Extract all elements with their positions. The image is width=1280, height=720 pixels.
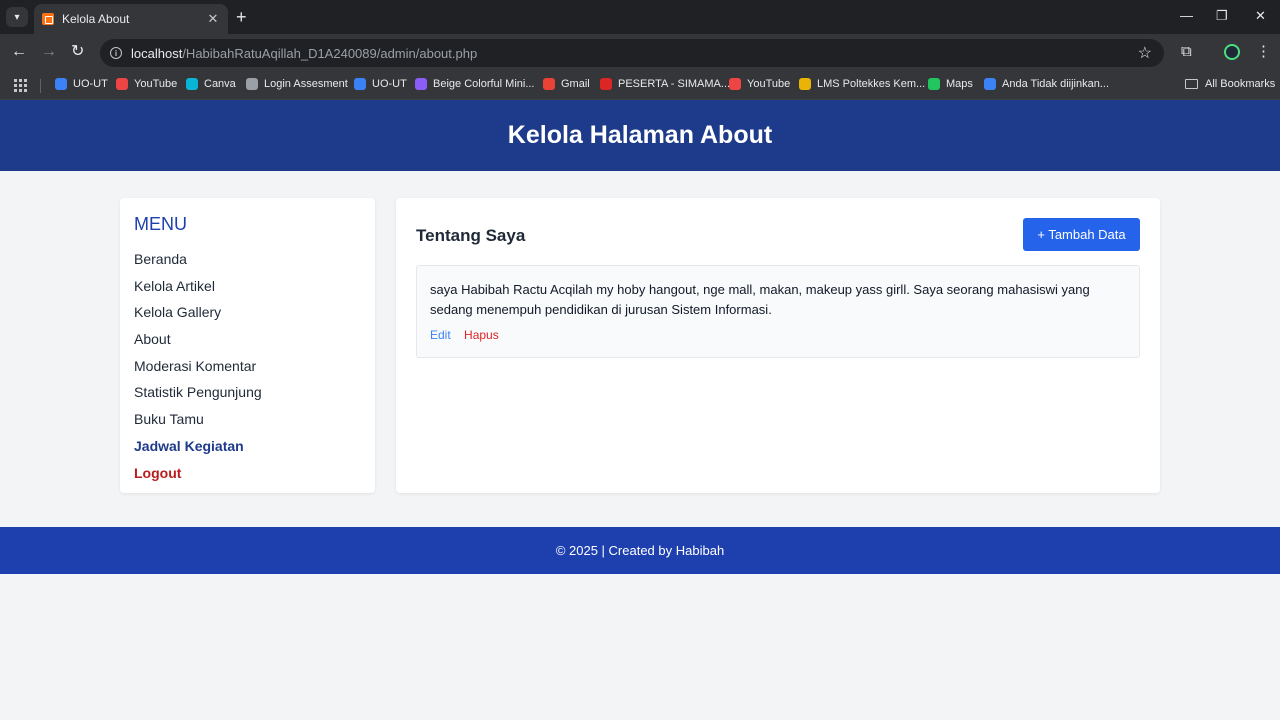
bookmark-item[interactable]: Canva	[186, 78, 236, 90]
menu-title: MENU	[134, 214, 187, 234]
sidebar-item-jadwal-kegiatan[interactable]: Jadwal Kegiatan	[134, 436, 361, 463]
url-text: localhost/HabibahRatuAqillah_D1A240089/a…	[131, 45, 478, 61]
sidebar-item-beranda[interactable]: Beranda	[134, 249, 361, 276]
bookmark-item[interactable]: Anda Tidak diijinkan...	[984, 78, 1109, 90]
browser-tabstrip: ▾ Kelola About ✕ + — ❐ ✕	[0, 0, 1280, 34]
youtube-icon	[116, 78, 128, 90]
menu-kebab-icon[interactable]: ⋮	[1256, 44, 1271, 60]
bookmark-item[interactable]: YouTube	[116, 78, 177, 90]
canva-icon	[415, 78, 427, 90]
sidebar: MENU Beranda Kelola Artikel Kelola Galle…	[120, 198, 375, 493]
restore-icon[interactable]: ❐	[1216, 9, 1228, 23]
about-actions: Edit Hapus	[430, 328, 1126, 342]
all-bookmarks-button[interactable]: All Bookmarks	[1185, 78, 1275, 90]
sidebar-item-statistik-pengunjung[interactable]: Statistik Pengunjung	[134, 382, 361, 409]
apps-grid-icon[interactable]	[14, 79, 27, 92]
bookmark-label: YouTube	[747, 78, 791, 90]
about-text: saya Habibah Ractu Acqilah my hoby hango…	[430, 282, 1090, 317]
sidebar-item-moderasi-komentar[interactable]: Moderasi Komentar	[134, 356, 361, 383]
sidebar-item-buku-tamu[interactable]: Buku Tamu	[134, 409, 361, 436]
browser-toolbar: ← → ↻ i localhost/HabibahRatuAqillah_D1A…	[0, 34, 1280, 72]
back-icon[interactable]: ←	[11, 44, 27, 60]
youtube-icon	[729, 78, 741, 90]
bookmark-label: YouTube	[134, 78, 178, 90]
address-bar[interactable]: i localhost/HabibahRatuAqillah_D1A240089…	[100, 39, 1164, 67]
add-data-button[interactable]: + Tambah Data	[1023, 218, 1140, 251]
tab-search-icon[interactable]: ▾	[6, 7, 28, 27]
minimize-icon[interactable]: —	[1180, 9, 1193, 23]
profile-avatar[interactable]	[1224, 44, 1240, 60]
bookmark-label: PESERTA - SIMAMA...	[618, 78, 731, 90]
tab-close-icon[interactable]: ✕	[206, 11, 220, 27]
bookmark-item[interactable]: YouTube	[729, 78, 790, 90]
page-header: Kelola Halaman About	[0, 100, 1280, 171]
new-tab-icon[interactable]: +	[236, 8, 247, 26]
bookmark-star-icon[interactable]: ☆	[1138, 43, 1152, 63]
bookmark-label: LMS Poltekkes Kem...	[817, 78, 926, 90]
xampp-favicon-icon	[42, 13, 54, 25]
gmail-icon	[543, 78, 555, 90]
simama-icon	[600, 78, 612, 90]
bookmark-item[interactable]: UO-UT	[55, 78, 108, 90]
bookmarks-bar: UO-UT YouTube Canva Login Assesment UO-UT Bei…	[0, 72, 1280, 100]
edu-icon	[984, 78, 996, 90]
bookmark-label: Login Assesment	[264, 78, 348, 90]
page-title: Kelola Halaman About	[507, 121, 773, 149]
tab-title: Kelola About	[62, 12, 130, 26]
bookmark-label: Maps	[946, 78, 973, 90]
bookmark-label: UO-UT	[372, 78, 407, 90]
bookmark-item[interactable]: Gmail	[543, 78, 590, 90]
uo-ut-icon	[55, 78, 67, 90]
bookmark-item[interactable]: Maps	[928, 78, 973, 90]
section-title: Tentang Saya	[416, 226, 526, 245]
bookmark-label: Canva	[204, 78, 236, 90]
bookmark-label: Anda Tidak diijinkan...	[1002, 78, 1110, 90]
edit-link[interactable]: Edit	[430, 328, 451, 342]
sidebar-item-kelola-gallery[interactable]: Kelola Gallery	[134, 302, 361, 329]
bookmark-item[interactable]: PESERTA - SIMAMA...	[600, 78, 730, 90]
browser-tab[interactable]: Kelola About ✕	[34, 4, 228, 34]
forward-icon[interactable]: →	[41, 44, 57, 60]
sidebar-item-about[interactable]: About	[134, 329, 361, 356]
folder-icon	[1185, 79, 1198, 89]
bookmark-label: Gmail	[561, 78, 590, 90]
sidebar-item-kelola-artikel[interactable]: Kelola Artikel	[134, 276, 361, 303]
bookmark-label: Beige Colorful Mini...	[433, 78, 535, 90]
about-card: saya Habibah Ractu Acqilah my hoby hango…	[416, 265, 1140, 358]
canva-icon	[186, 78, 198, 90]
globe-icon	[246, 78, 258, 90]
delete-link[interactable]: Hapus	[464, 328, 499, 342]
bookmark-item[interactable]: Beige Colorful Mini...	[415, 78, 535, 90]
main-panel: Tentang Saya + Tambah Data saya Habibah …	[396, 198, 1160, 493]
sidebar-item-logout[interactable]: Logout	[134, 463, 361, 490]
page-footer: © 2025 | Created by Habibah	[0, 527, 1280, 574]
close-window-icon[interactable]: ✕	[1255, 9, 1266, 23]
maps-icon	[928, 78, 940, 90]
bookmark-item[interactable]: Login Assesment	[246, 78, 348, 90]
lms-icon	[799, 78, 811, 90]
bookmark-label: UO-UT	[73, 78, 108, 90]
footer-text: © 2025 | Created by Habibah	[555, 543, 725, 558]
uo-ut-icon	[354, 78, 366, 90]
bookmark-item[interactable]: LMS Poltekkes Kem...	[799, 78, 925, 90]
reload-icon[interactable]: ↻	[71, 44, 84, 60]
extensions-icon[interactable]: ⧉	[1181, 44, 1192, 60]
all-bookmarks-label: All Bookmarks	[1205, 78, 1276, 90]
site-info-icon[interactable]: i	[110, 47, 122, 59]
bookmark-item[interactable]: UO-UT	[354, 78, 407, 90]
bookmark-divider	[40, 79, 41, 93]
